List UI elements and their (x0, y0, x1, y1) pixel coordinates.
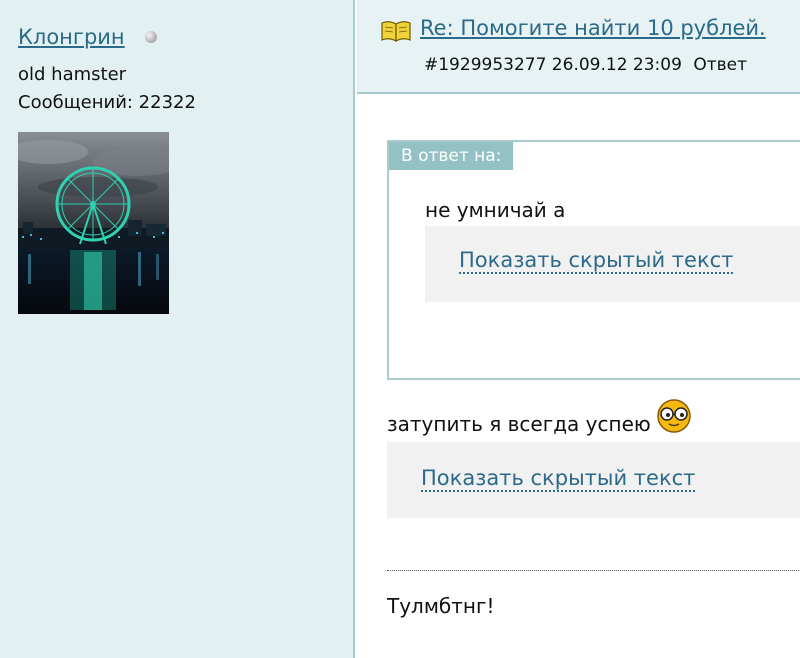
show-hidden-text-link[interactable]: Показать скрытый текст (459, 248, 734, 274)
author-title: old hamster (18, 64, 127, 85)
message-text: затупить я всегда успею (387, 412, 651, 436)
quote-text: не умничай а (425, 198, 566, 222)
quote-block: В ответ на: не умничай а Показать скрыты… (387, 140, 800, 380)
message-spoiler: Показать скрытый текст (387, 442, 800, 518)
reply-button[interactable]: Ответ (693, 55, 747, 75)
status-dot-icon (144, 31, 157, 43)
show-hidden-text-link[interactable]: Показать скрытый текст (421, 466, 696, 492)
post-header: Re: Помогите найти 10 рублей. #192995327… (357, 0, 800, 94)
post-meta: #1929953277 26.09.12 23:09 Ответ (424, 55, 747, 75)
author-name-row: Клонгрин (18, 23, 157, 51)
nerd-smiley-icon (656, 399, 691, 433)
post-title-link[interactable]: Re: Помогите найти 10 рублей. (420, 16, 766, 40)
signature: Тулмбтнг! (387, 594, 495, 618)
signature-divider (387, 570, 800, 571)
post-id-date: #1929953277 26.09.12 23:09 (424, 55, 682, 75)
author-name-link[interactable]: Клонгрин (18, 25, 125, 49)
quote-spoiler: Показать скрытый текст (425, 226, 800, 302)
message-text-row: затупить я всегда успею (387, 399, 693, 436)
avatar (18, 132, 169, 314)
forum-post: Клонгрин old hamster Сообщений: 22322 Re… (0, 0, 800, 658)
author-panel: Клонгрин old hamster Сообщений: 22322 (0, 0, 355, 658)
book-icon (381, 21, 411, 42)
author-post-count: Сообщений: 22322 (18, 92, 196, 113)
quote-label: В ответ на: (389, 142, 514, 170)
